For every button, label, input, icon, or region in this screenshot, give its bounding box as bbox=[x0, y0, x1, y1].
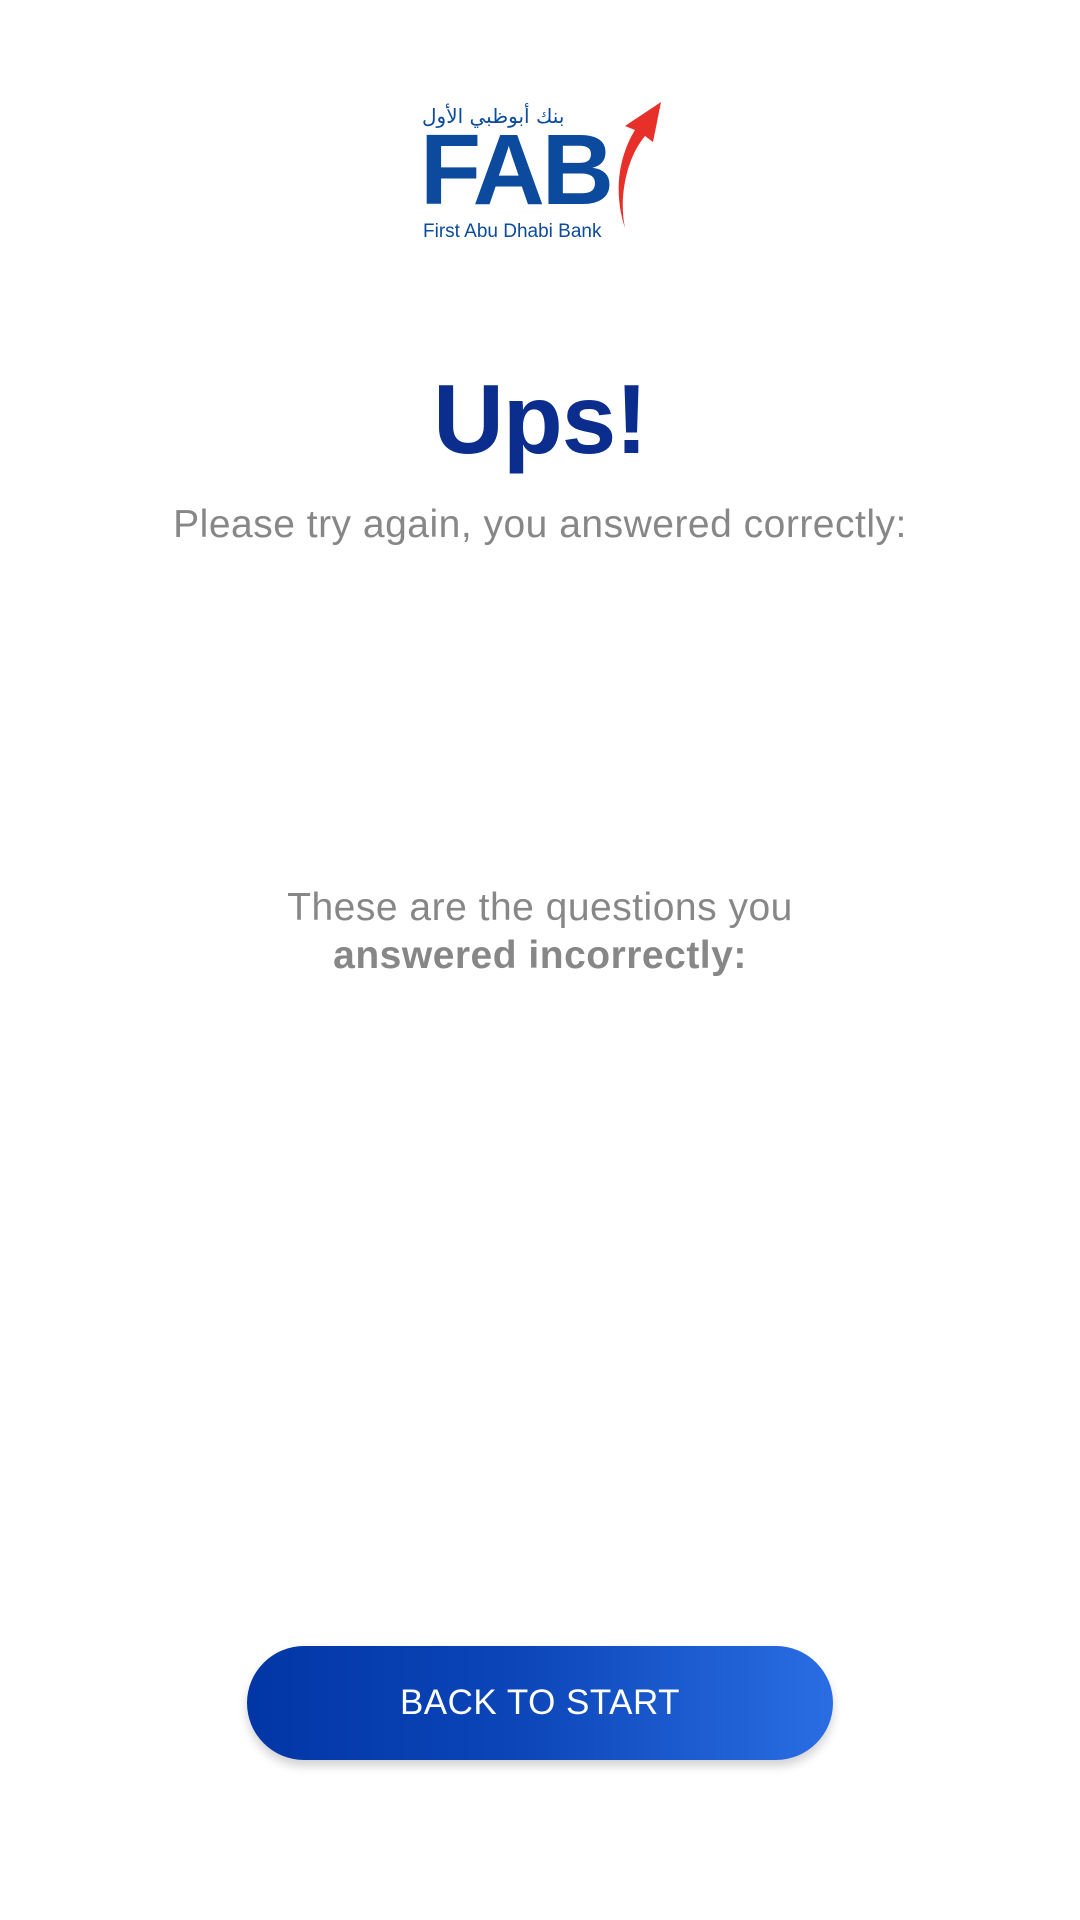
incorrect-questions-heading: These are the questions you answered inc… bbox=[0, 884, 1080, 980]
logo-tagline: First Abu Dhabi Bank bbox=[423, 221, 602, 242]
back-to-start-button[interactable]: BACK TO START bbox=[247, 1646, 833, 1760]
fab-logo: بنك أبوظبي الأول FAB First Abu Dhabi Ban… bbox=[420, 100, 661, 250]
incorrect-bold-text: answered incorrectly: bbox=[333, 934, 747, 977]
logo-swoosh-icon bbox=[618, 102, 661, 228]
incorrect-intro-text: These are the questions you bbox=[287, 886, 793, 929]
result-title: Ups! bbox=[433, 364, 648, 474]
result-subtitle: Please try again, you answered correctly… bbox=[173, 503, 907, 546]
